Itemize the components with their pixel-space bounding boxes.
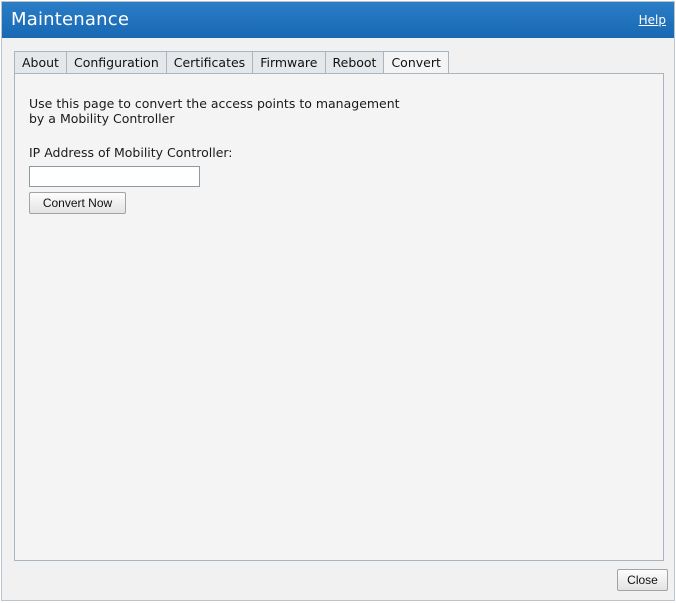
- close-button[interactable]: Close: [617, 569, 668, 591]
- maintenance-dialog: Maintenance Help About Configuration Cer…: [1, 1, 675, 601]
- dialog-title: Maintenance: [11, 9, 130, 30]
- convert-now-button[interactable]: Convert Now: [29, 192, 126, 214]
- description-line-1: Use this page to convert the access poin…: [29, 96, 400, 111]
- tab-convert[interactable]: Convert: [383, 51, 449, 74]
- tab-about[interactable]: About: [14, 51, 66, 74]
- titlebar: Maintenance Help: [2, 2, 674, 38]
- ip-address-label: IP Address of Mobility Controller:: [29, 145, 233, 160]
- tab-reboot[interactable]: Reboot: [324, 51, 384, 74]
- convert-panel: Use this page to convert the access poin…: [14, 73, 664, 561]
- tab-firmware[interactable]: Firmware: [252, 51, 325, 74]
- ip-address-input[interactable]: [29, 166, 200, 187]
- tab-configuration[interactable]: Configuration: [65, 51, 166, 74]
- tab-bar: About Configuration Certificates Firmwar…: [14, 51, 449, 74]
- tab-certificates[interactable]: Certificates: [165, 51, 253, 74]
- convert-description: Use this page to convert the access poin…: [29, 96, 529, 126]
- description-line-2: by a Mobility Controller: [29, 111, 175, 126]
- help-link[interactable]: Help: [639, 13, 666, 27]
